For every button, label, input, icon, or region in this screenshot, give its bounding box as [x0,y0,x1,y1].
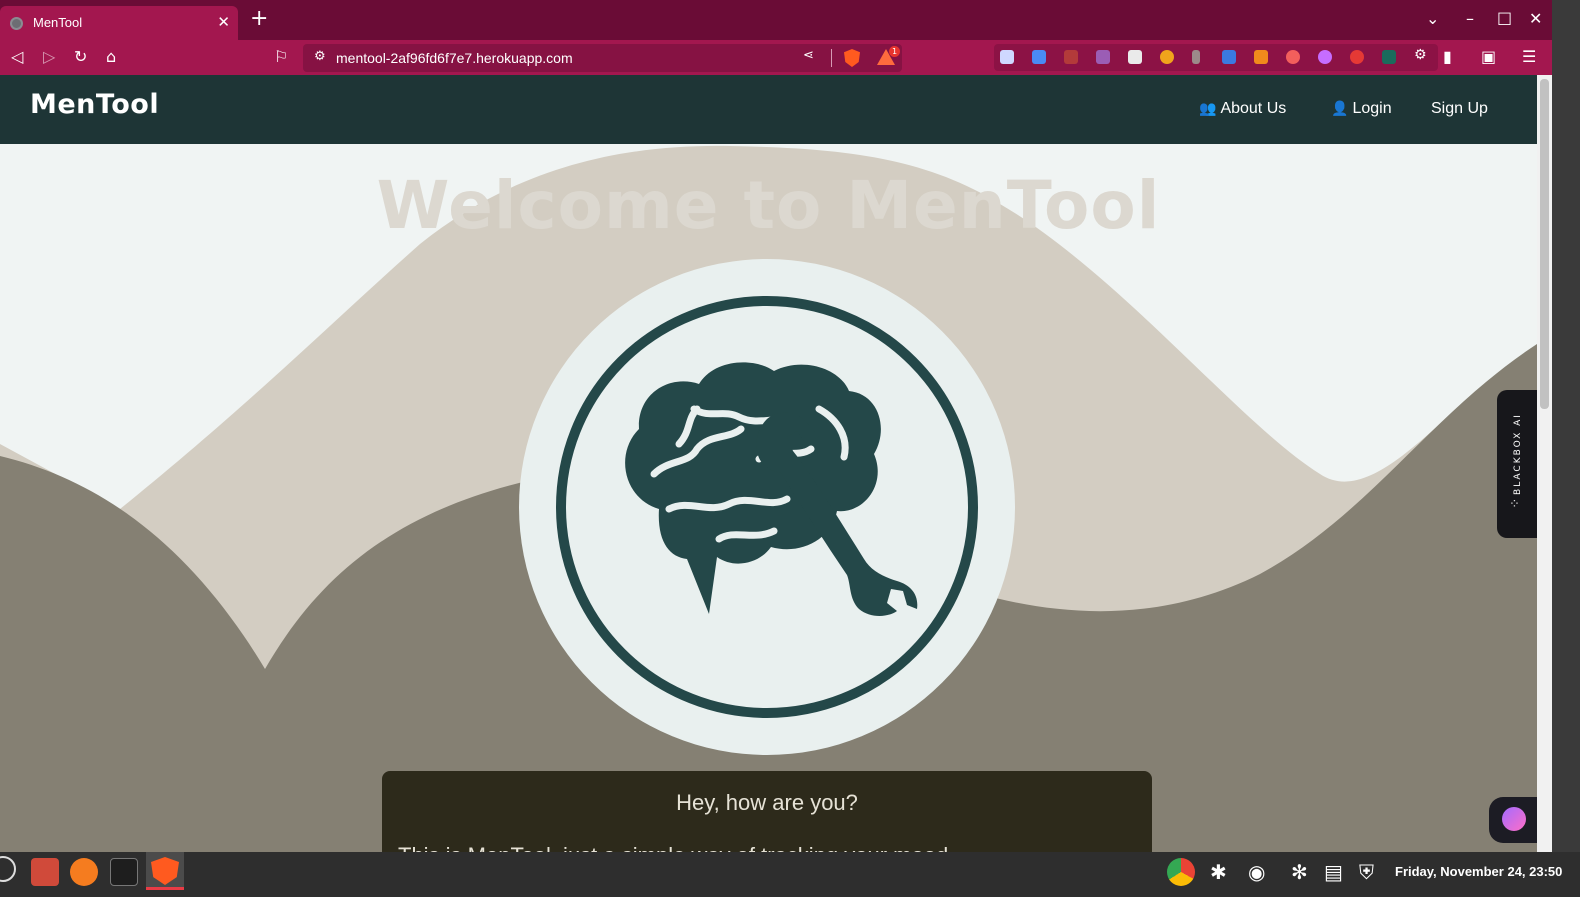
site-info-icon[interactable]: ⚙ [314,49,326,64]
nav-about-us-label: About Us [1220,100,1287,117]
hero-title: Welcome to MenTool [376,167,1161,244]
home-icon[interactable]: ⌂ [106,47,116,66]
screenshot-extension-icon[interactable] [1000,50,1014,64]
bluetooth-tray-icon[interactable]: ✻ [1291,860,1308,884]
os-taskbar: ✱ ◉ ✻ ▤ ⛨ Friday, November 24, 23:50 [0,852,1580,897]
brain-fab-icon [1502,807,1526,831]
shield-tray-icon[interactable]: ⛨ [1359,860,1374,884]
nav-login-label: Login [1352,100,1392,117]
menu-icon[interactable]: ☰ [1522,47,1536,66]
reload-icon[interactable]: ↻ [74,47,87,66]
red-extension-icon[interactable] [1350,50,1364,64]
card-text: This is MenTool, just a simple way of tr… [398,843,948,852]
back-icon[interactable]: ◁ [11,47,23,66]
taskbar-clock[interactable]: Friday, November 24, 23:50 [1395,864,1562,879]
download-extension-icon[interactable] [1222,50,1236,64]
welcome-card: Hey, how are you? This is MenTool, just … [382,771,1152,852]
blackbox-label: BLACKBOX AI [1513,413,1523,495]
users-icon: 👥 [1199,100,1217,116]
close-tab-icon[interactable]: ✕ [217,13,230,31]
globe-icon [10,17,23,30]
maximize-button[interactable]: □ [1497,8,1512,27]
start-menu-icon[interactable] [0,856,16,882]
alert-badge: 1 [889,46,900,57]
wallet-icon[interactable]: ▣ [1481,47,1496,66]
files-app-icon[interactable] [31,858,59,886]
forward-icon[interactable]: ▷ [43,47,55,66]
browser-tab-bar: MenTool ✕ + ⌄ – □ ✕ [0,0,1552,40]
blackbox-side-tab[interactable]: BLACKBOX AI ⁘ [1497,390,1537,538]
close-window-button[interactable]: ✕ [1529,9,1542,28]
address-bar[interactable]: ⚙ mentool-2af96fd6f7e7.herokuapp.com ⋖ 1 [303,44,902,72]
page-viewport: MenTool 👥 About Us 👤 Login Sign Up Welcome… [0,75,1537,852]
share-icon[interactable]: ⋖ [803,48,814,63]
user-icon: 👤 [1331,100,1349,116]
extensions-strip: ⚙ [994,44,1438,71]
firefox-app-icon[interactable] [70,858,98,886]
a-extension-icon[interactable] [1382,50,1396,64]
blackbox-dots-icon: ⁘ [1509,497,1520,512]
desktop-edge [1552,0,1580,852]
nav-login[interactable]: 👤 Login [1331,100,1392,118]
site-navbar: MenTool 👥 About Us 👤 Login Sign Up [0,75,1537,144]
browser-toolbar: ◁ ▷ ↻ ⌂ ⚐ ⚙ mentool-2af96fd6f7e7.herokua… [0,40,1552,75]
page-scrollbar[interactable] [1537,75,1552,852]
brave-shield-icon[interactable] [844,49,860,67]
ghostery-extension-icon[interactable] [1128,50,1142,64]
pip-extension-icon[interactable] [1096,50,1110,64]
bottle-extension-icon[interactable] [1192,50,1200,64]
translate-extension-icon[interactable] [1032,50,1046,64]
metamask-extension-icon[interactable] [1254,50,1268,64]
chrome-tray-icon[interactable] [1167,858,1195,886]
clipboard-tray-icon[interactable]: ▤ [1324,860,1343,884]
brain-extension-icon[interactable] [1318,50,1332,64]
card-heading: Hey, how are you? [676,790,858,815]
brain-wrench-icon [556,296,978,718]
nav-sign-up[interactable]: Sign Up [1431,100,1488,118]
puzzle-extensions-icon[interactable]: ⚙ [1414,47,1428,63]
blackbox-fab-button[interactable] [1489,797,1537,843]
scrollbar-thumb[interactable] [1540,79,1549,409]
terminal-app-icon[interactable] [110,858,138,886]
grammarly-extension-icon[interactable] [1160,50,1174,64]
tab-list-chevron-icon[interactable]: ⌄ [1426,9,1439,28]
colorful-extension-icon[interactable] [1286,50,1300,64]
browser-tab[interactable]: MenTool ✕ [0,6,238,40]
url-text[interactable]: mentool-2af96fd6f7e7.herokuapp.com [336,50,573,66]
discord-tray-icon[interactable]: ◉ [1248,860,1265,884]
new-tab-button[interactable]: + [250,8,268,30]
url-separator [831,49,832,67]
tab-title: MenTool [33,15,83,30]
sidebar-toggle-icon[interactable]: ▮ [1443,47,1452,66]
mentool-logo [519,259,1015,755]
slack-tray-icon[interactable]: ✱ [1210,860,1227,884]
bookmark-icon[interactable]: ⚐ [274,47,288,66]
minimize-button[interactable]: – [1466,9,1474,28]
nav-about-us[interactable]: 👥 About Us [1199,100,1286,118]
site-brand[interactable]: MenTool [30,89,159,120]
x-extension-icon[interactable] [1064,50,1078,64]
